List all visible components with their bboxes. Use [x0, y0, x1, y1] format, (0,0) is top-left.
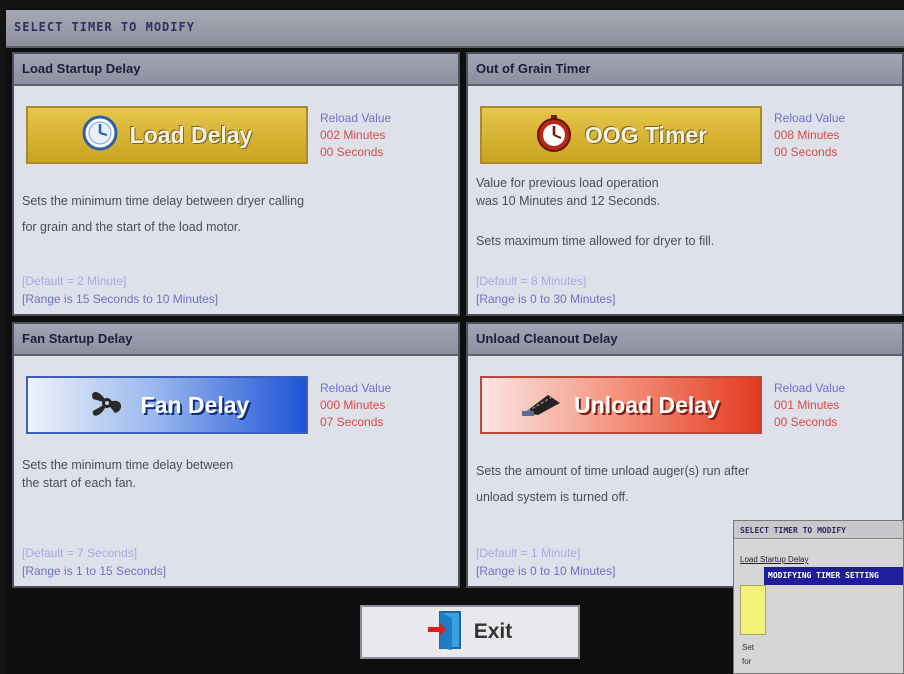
panel-fan-startup-delay: Fan Startup Delay Fan Delay Reload Value…: [12, 322, 460, 588]
inset-modifying-bar: MODIFYING TIMER SETTING: [764, 567, 903, 585]
inset-indicator: [740, 585, 766, 635]
reload-value: Reload Value 008 Minutes 00 Seconds: [774, 110, 845, 161]
exit-button[interactable]: Exit: [360, 605, 580, 659]
description-line: Sets the minimum time delay between: [22, 458, 234, 472]
description-line: Sets the amount of time unload auger(s) …: [476, 464, 750, 478]
previous-load-line: was 10 Minutes and 12 Seconds.: [476, 194, 661, 208]
panel-out-of-grain-timer: Out of Grain Timer OOG Timer Reload Valu…: [466, 52, 904, 316]
reload-title: Reload Value: [320, 111, 392, 125]
reload-seconds: 00 Seconds: [774, 145, 838, 159]
panel-title: Unload Cleanout Delay: [476, 331, 618, 346]
panel-title: Out of Grain Timer: [476, 61, 591, 76]
panel-description: Sets the minimum time delay between drye…: [22, 188, 304, 240]
unload-delay-label: Unload Delay: [574, 391, 720, 418]
range-value: [Range is 1 to 15 Seconds]: [22, 564, 167, 578]
reload-seconds: 07 Seconds: [320, 415, 384, 429]
door-exit-icon: [427, 610, 464, 655]
fan-delay-label: Fan Delay: [140, 391, 250, 418]
reload-minutes: 000 Minutes: [320, 398, 386, 412]
reload-title: Reload Value: [774, 111, 846, 125]
default-value: [Default = 1 Minute]: [476, 546, 581, 560]
inset-tab: Load Startup Delay: [740, 555, 809, 564]
screen-title-bar: SELECT TIMER TO MODIFY: [6, 10, 904, 48]
oog-timer-label: OOG Timer: [584, 121, 708, 148]
clock-icon: [82, 115, 118, 156]
panel-title: Load Startup Delay: [22, 61, 141, 76]
description-line: for grain and the start of the load moto…: [22, 220, 241, 234]
description-line: unload system is turned off.: [476, 490, 629, 504]
reload-value: Reload Value 001 Minutes 00 Seconds: [774, 380, 845, 431]
panel-header: Fan Startup Delay: [14, 324, 458, 356]
load-delay-label: Load Delay: [129, 121, 253, 148]
fan-icon: [85, 383, 129, 428]
reload-seconds: 00 Seconds: [774, 415, 838, 429]
inset-side-text: for: [742, 657, 752, 666]
auger-icon: [522, 389, 562, 422]
fan-delay-button[interactable]: Fan Delay: [26, 376, 308, 434]
panel-load-startup-delay: Load Startup Delay Load Delay Reload Val…: [12, 52, 460, 316]
previous-load-line: Value for previous load operation: [476, 176, 659, 190]
load-delay-button[interactable]: Load Delay: [26, 106, 308, 164]
reload-minutes: 008 Minutes: [774, 128, 840, 142]
description-line: Sets the minimum time delay between drye…: [22, 194, 305, 208]
inset-screen-thumbnail: SELECT TIMER TO MODIFY Load Startup Dela…: [733, 520, 904, 674]
stopwatch-icon: [535, 114, 573, 157]
inset-side-text: Set: [742, 643, 755, 652]
previous-load-text: Value for previous load operation was 10…: [476, 174, 660, 210]
panel-description: Sets the amount of time unload auger(s) …: [476, 458, 749, 510]
range-value: [Range is 0 to 30 Minutes]: [476, 292, 616, 306]
panel-description: Sets maximum time allowed for dryer to f…: [476, 234, 715, 248]
reload-minutes: 002 Minutes: [320, 128, 386, 142]
reload-title: Reload Value: [320, 381, 392, 395]
range-value: [Range is 0 to 10 Minutes]: [476, 564, 616, 578]
screen-title: SELECT TIMER TO MODIFY: [14, 20, 195, 34]
reload-value: Reload Value 002 Minutes 00 Seconds: [320, 110, 391, 161]
inset-title: SELECT TIMER TO MODIFY: [734, 521, 903, 539]
unload-delay-button[interactable]: Unload Delay: [480, 376, 762, 434]
description-line: the start of each fan.: [22, 476, 136, 490]
range-value: [Range is 15 Seconds to 10 Minutes]: [22, 292, 219, 306]
default-value: [Default = 8 Minutes]: [476, 274, 587, 288]
panel-header: Out of Grain Timer: [468, 54, 902, 86]
exit-label: Exit: [473, 620, 513, 643]
oog-timer-button[interactable]: OOG Timer: [480, 106, 762, 164]
reload-title: Reload Value: [774, 381, 846, 395]
reload-minutes: 001 Minutes: [774, 398, 840, 412]
reload-seconds: 00 Seconds: [320, 145, 384, 159]
panel-header: Load Startup Delay: [14, 54, 458, 86]
panel-header: Unload Cleanout Delay: [468, 324, 902, 356]
panel-description: Sets the minimum time delay between the …: [22, 456, 233, 492]
panel-title: Fan Startup Delay: [22, 331, 133, 346]
default-value: [Default = 7 Seconds]: [22, 546, 138, 560]
reload-value: Reload Value 000 Minutes 07 Seconds: [320, 380, 391, 431]
default-value: [Default = 2 Minute]: [22, 274, 127, 288]
